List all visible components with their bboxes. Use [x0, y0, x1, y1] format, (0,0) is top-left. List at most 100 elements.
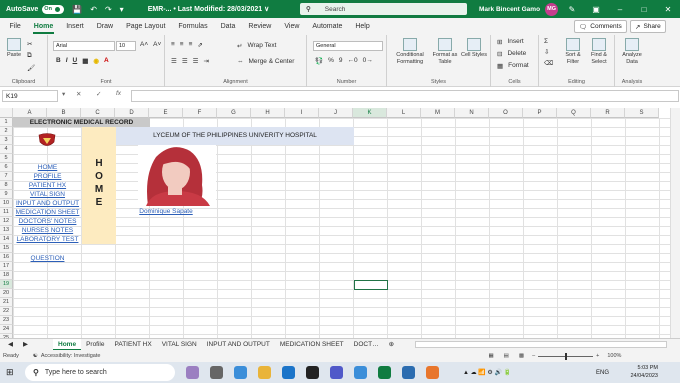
sheet-tab-doctors[interactable]: DOCT…: [349, 339, 384, 351]
redo-icon[interactable]: ↷: [105, 5, 112, 14]
page-layout-view-icon[interactable]: ▤: [504, 353, 509, 359]
border-icon[interactable]: ▦: [82, 57, 88, 65]
increase-decimal-icon[interactable]: ←0: [348, 57, 358, 65]
row-header[interactable]: 22: [0, 307, 13, 316]
column-header[interactable]: Q: [557, 108, 591, 118]
row-header[interactable]: 10: [0, 199, 13, 208]
column-header[interactable]: M: [421, 108, 455, 118]
scroll-left-icon[interactable]: ◀: [3, 339, 18, 351]
column-header[interactable]: P: [523, 108, 557, 118]
underline-icon[interactable]: U: [73, 57, 78, 65]
row-header[interactable]: 21: [0, 298, 13, 307]
merge-center-button[interactable]: ⇔ Merge & Center: [237, 58, 294, 65]
tab-view[interactable]: View: [278, 18, 306, 35]
row-header[interactable]: 12: [0, 217, 13, 226]
sort-filter-button[interactable]: Sort & Filter: [561, 38, 585, 66]
decrease-decimal-icon[interactable]: 0→: [363, 57, 373, 65]
orientation-icon[interactable]: ⇗: [197, 41, 202, 49]
link-vital-sign[interactable]: VITAL SIGN: [13, 190, 82, 199]
row-header[interactable]: 14: [0, 235, 13, 244]
maximize-icon[interactable]: □: [632, 5, 656, 14]
row-header[interactable]: 17: [0, 262, 13, 271]
task-view-icon[interactable]: [210, 366, 223, 379]
system-tray-icons[interactable]: ▲ ☁ 📶 ⚙ 🔊 🔋: [463, 369, 511, 376]
tab-home[interactable]: Home: [27, 18, 59, 35]
find-select-button[interactable]: Find & Select: [586, 38, 612, 66]
align-middle-icon[interactable]: ≡: [180, 41, 184, 49]
notion-icon[interactable]: [306, 366, 319, 379]
row-header[interactable]: 15: [0, 244, 13, 253]
document-title[interactable]: EMR-... • Last Modified: 28/03/2021 ∨: [148, 5, 270, 13]
file-explorer-icon[interactable]: [258, 366, 271, 379]
sheet-tab-input-output[interactable]: INPUT AND OUTPUT: [202, 339, 275, 351]
column-header[interactable]: B: [47, 108, 81, 118]
select-all-corner[interactable]: [0, 108, 13, 118]
undo-icon[interactable]: ↶: [90, 5, 97, 14]
conditional-formatting-button[interactable]: Conditional Formatting: [391, 38, 429, 66]
sheet-tab-medication-sheet[interactable]: MEDICATION SHEET: [275, 339, 349, 351]
patient-name[interactable]: Dominique Sapate: [116, 208, 216, 215]
bold-icon[interactable]: B: [56, 57, 61, 65]
row-header[interactable]: 1: [0, 118, 13, 127]
close-icon[interactable]: ✕: [656, 5, 680, 14]
comments-button[interactable]: 🗨 Comments: [574, 20, 627, 33]
photos-icon[interactable]: [402, 366, 415, 379]
link-laboratory-test[interactable]: LABORATORY TEST: [13, 235, 82, 244]
wrap-text-button[interactable]: ↵ Wrap Text: [237, 42, 276, 50]
align-left-icon[interactable]: ☰: [171, 57, 177, 65]
vertical-scrollbar[interactable]: [670, 108, 680, 338]
percent-icon[interactable]: %: [328, 57, 334, 65]
link-doctors-notes[interactable]: DOCTORS' NOTES: [13, 217, 82, 226]
tab-insert[interactable]: Insert: [60, 18, 91, 35]
add-sheet-icon[interactable]: ⊕: [384, 339, 399, 351]
column-header[interactable]: K: [353, 108, 387, 118]
app-icon[interactable]: [426, 366, 439, 379]
row-header[interactable]: 23: [0, 316, 13, 325]
tab-review[interactable]: Review: [242, 18, 278, 35]
row-header[interactable]: 5: [0, 154, 13, 163]
windows-start-icon[interactable]: ⊞: [6, 367, 14, 378]
link-home[interactable]: HOME: [13, 163, 82, 172]
tab-file[interactable]: File: [3, 18, 27, 35]
link-nurses-notes[interactable]: NURSES NOTES: [13, 226, 82, 235]
page-break-view-icon[interactable]: ▩: [519, 353, 524, 359]
link-question[interactable]: QUESTION: [13, 254, 82, 263]
pen-icon[interactable]: ✎: [560, 5, 584, 14]
autosave-toggle[interactable]: On: [42, 4, 65, 14]
currency-icon[interactable]: 💱: [315, 57, 323, 65]
chrome-icon[interactable]: [234, 366, 247, 379]
zoom-slider[interactable]: [538, 352, 594, 360]
column-header[interactable]: H: [251, 108, 285, 118]
tab-automate[interactable]: Automate: [306, 18, 349, 35]
accessibility-status[interactable]: Accessibility: Investigate: [41, 353, 101, 359]
cut-icon[interactable]: ✂: [27, 40, 35, 48]
sheet-tab-patient-hx[interactable]: PATIENT HX: [110, 339, 157, 351]
row-header[interactable]: 24: [0, 325, 13, 334]
zoom-in-icon[interactable]: +: [596, 353, 599, 359]
column-header[interactable]: C: [81, 108, 115, 118]
row-header[interactable]: 11: [0, 208, 13, 217]
autosum-icon[interactable]: Σ: [544, 38, 553, 45]
row-header[interactable]: 18: [0, 271, 13, 280]
fill-color-icon[interactable]: ◉: [93, 57, 99, 65]
format-painter-icon[interactable]: 🖌: [27, 64, 35, 72]
name-box[interactable]: K19: [2, 90, 58, 102]
insert-cells-button[interactable]: ⊞ Insert: [497, 38, 524, 46]
taskbar-clock[interactable]: 5:03 PM 24/04/2023: [630, 362, 658, 380]
comma-icon[interactable]: 9: [339, 57, 343, 65]
horizontal-scrollbar[interactable]: [415, 341, 668, 348]
link-medication-sheet[interactable]: MEDICATION SHEET: [13, 208, 82, 217]
row-header[interactable]: 7: [0, 172, 13, 181]
format-as-table-button[interactable]: Format as Table: [430, 38, 460, 66]
delete-cells-button[interactable]: ⊟ Delete: [497, 50, 526, 58]
fill-icon[interactable]: ⇩: [544, 48, 553, 56]
taskbar-search[interactable]: ⚲ Type here to search: [25, 364, 175, 381]
shrink-font-icon[interactable]: A˅: [153, 41, 161, 48]
column-header[interactable]: N: [455, 108, 489, 118]
insert-function-icon[interactable]: fx: [116, 90, 121, 97]
scroll-right-icon[interactable]: ▶: [18, 339, 33, 351]
tab-page-layout[interactable]: Page Layout: [120, 18, 172, 35]
user-account[interactable]: Mark Bincent Gamo MG: [479, 0, 559, 18]
cell-styles-button[interactable]: Cell Styles: [461, 38, 487, 59]
link-patient-hx[interactable]: PATIENT HX: [13, 181, 82, 190]
